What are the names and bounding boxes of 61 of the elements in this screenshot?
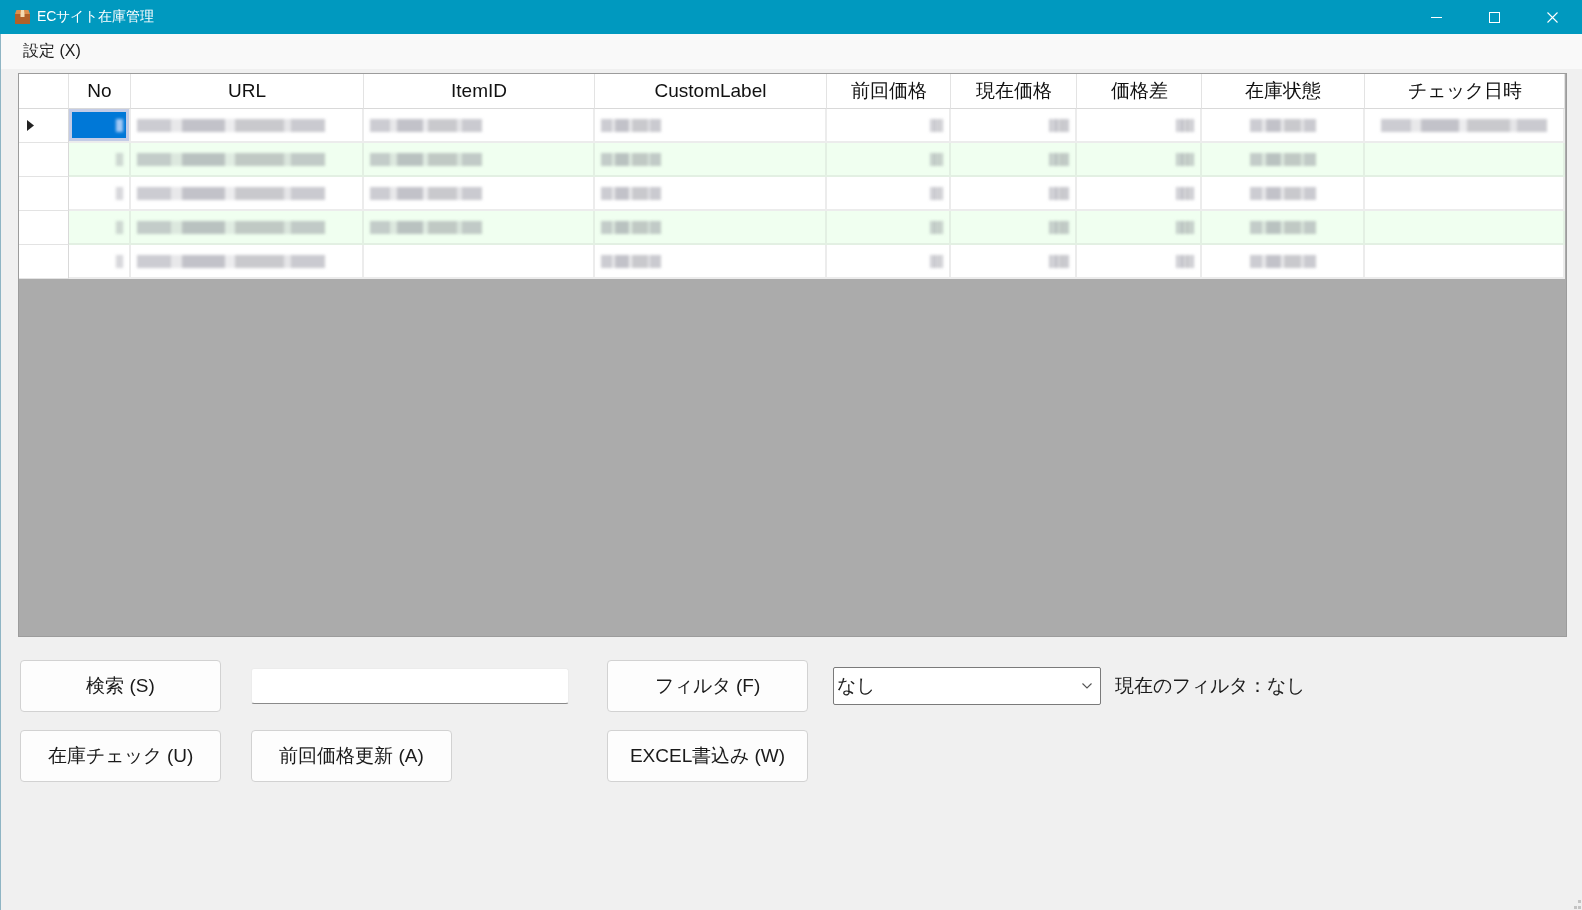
blurred-text [1049,152,1069,166]
column-header[interactable]: 現在価格 [951,74,1077,109]
filter-dropdown[interactable]: なし [833,667,1101,705]
blurred-text [930,220,943,234]
column-header[interactable]: 前回価格 [827,74,951,109]
filter-button[interactable]: フィルタ (F) [607,660,808,712]
blurred-text [601,118,661,132]
blurred-text [1249,118,1316,132]
blurred-text [1249,186,1316,200]
blurred-text [930,118,943,132]
blurred-text [601,152,661,166]
blurred-text [1176,152,1194,166]
corner-header-cell[interactable] [19,74,69,109]
blurred-text [930,186,943,200]
column-header[interactable]: 価格差 [1077,74,1202,109]
row-header-cell[interactable] [19,177,69,211]
window-title: ECサイト在庫管理 [37,8,155,26]
blurred-text [116,118,123,132]
package-icon [14,9,31,25]
minimize-icon [1430,16,1442,18]
chevron-down-icon [1082,683,1092,689]
blurred-text [601,254,661,268]
close-icon [1546,11,1558,23]
blurred-text [1049,220,1069,234]
blurred-text [1176,118,1194,132]
blurred-text [1176,220,1194,234]
blurred-text [116,220,123,234]
column-header[interactable]: URL [131,74,364,109]
blurred-text [116,254,123,268]
blurred-text [1249,254,1316,268]
excel-export-button[interactable]: EXCEL書込み (W) [607,730,808,782]
blurred-text [930,152,943,166]
menu-item[interactable]: 設定 (X) [15,37,89,66]
stock-check-button[interactable]: 在庫チェック (U) [20,730,221,782]
row-header-cell[interactable] [19,109,69,143]
blurred-text [1249,220,1316,234]
search-field[interactable] [251,668,569,704]
search-button[interactable]: 検索 (S) [20,660,221,712]
filter-status-label: 現在のフィルタ：なし [1115,674,1305,698]
blurred-text [1176,186,1194,200]
update-price-button[interactable]: 前回価格更新 (A) [251,730,452,782]
row-header-cell[interactable] [19,245,69,279]
blurred-text [1176,254,1194,268]
row-header-cell[interactable] [19,143,69,177]
blurred-text [1049,254,1069,268]
blurred-text [1049,118,1069,132]
blurred-text [601,220,661,234]
column-header[interactable]: No [69,74,131,109]
row-header-cell[interactable] [19,211,69,245]
blurred-text [1249,152,1316,166]
blurred-text [116,152,123,166]
blurred-text [1049,186,1069,200]
blurred-text [116,186,123,200]
column-header[interactable]: ItemID [364,74,595,109]
size-grip-icon[interactable] [1571,899,1581,909]
maximize-icon [1488,11,1500,23]
column-header[interactable]: CustomLabel [595,74,827,109]
column-header[interactable]: 在庫状態 [1202,74,1365,109]
column-header[interactable]: チェック日時 [1365,74,1565,109]
blurred-text [601,186,661,200]
blurred-text [930,254,943,268]
